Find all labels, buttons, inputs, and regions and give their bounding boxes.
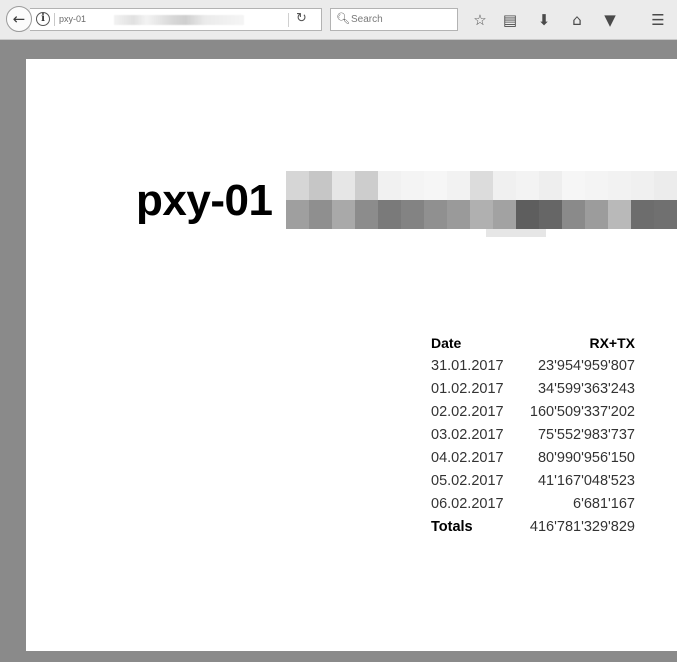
bookmark-star-icon[interactable]: ☆ — [470, 10, 490, 30]
table-row: 06.02.2017 6'681'167 — [431, 493, 635, 516]
row-date: 03.02.2017 — [431, 427, 504, 443]
hamburger-menu-icon[interactable]: ☰ — [648, 10, 668, 30]
row-value: 160'509'337'202 — [529, 404, 635, 420]
info-icon[interactable]: i — [36, 12, 50, 26]
url-bar[interactable]: i pxy-01 ↻ — [30, 8, 322, 31]
reading-list-icon[interactable]: ▤ — [500, 10, 520, 30]
table-row: 01.02.2017 34'599'363'243 — [431, 378, 635, 401]
row-date: 04.02.2017 — [431, 450, 504, 466]
row-date: 02.02.2017 — [431, 404, 504, 420]
url-separator — [54, 13, 55, 26]
browser-toolbar: i pxy-01 ↻ ← 🔍︎ Search ☆ ▤ ⬇ ⌂ ▼ ☰ — [0, 0, 677, 40]
url-redaction — [114, 15, 244, 25]
traffic-table: Date RX+TX 31.01.2017 23'954'959'807 01.… — [431, 332, 635, 539]
title-redaction-fragment — [486, 229, 546, 237]
search-bar[interactable]: 🔍︎ Search — [330, 8, 458, 31]
search-icon: 🔍︎ — [336, 12, 350, 25]
header-date: Date — [431, 335, 462, 351]
totals-label: Totals — [431, 519, 473, 535]
downloads-icon[interactable]: ⬇ — [534, 10, 554, 30]
table-row: 05.02.2017 41'167'048'523 — [431, 470, 635, 493]
search-placeholder: Search — [351, 14, 383, 25]
page-title: pxy-01 — [136, 176, 273, 225]
url-text[interactable]: pxy-01 — [59, 13, 86, 26]
table-row: 04.02.2017 80'990'956'150 — [431, 447, 635, 470]
row-value: 34'599'363'243 — [537, 381, 635, 397]
row-date: 31.01.2017 — [431, 358, 504, 374]
row-date: 06.02.2017 — [431, 496, 504, 512]
table-header-row: Date RX+TX — [431, 332, 635, 355]
url-separator — [288, 13, 289, 27]
row-value: 41'167'048'523 — [537, 473, 635, 489]
totals-row: Totals 416'781'329'829 — [431, 516, 635, 539]
row-value: 6'681'167 — [573, 496, 635, 512]
back-arrow-icon: ← — [12, 10, 26, 28]
back-button[interactable]: ← — [6, 6, 32, 32]
row-date: 01.02.2017 — [431, 381, 504, 397]
reload-icon[interactable]: ↻ — [296, 11, 307, 26]
home-icon[interactable]: ⌂ — [567, 10, 587, 30]
pocket-icon[interactable]: ▼ — [600, 10, 620, 30]
title-redaction — [286, 171, 677, 229]
row-value: 75'552'983'737 — [537, 427, 635, 443]
row-date: 05.02.2017 — [431, 473, 504, 489]
header-rx-tx: RX+TX — [589, 335, 635, 351]
row-value: 80'990'956'150 — [537, 450, 635, 466]
table-row: 03.02.2017 75'552'983'737 — [431, 424, 635, 447]
page-content: pxy-01 Date RX+TX 31.01.2017 23'954'959'… — [26, 59, 677, 651]
totals-value: 416'781'329'829 — [529, 519, 635, 535]
row-value: 23'954'959'807 — [537, 358, 635, 374]
table-row: 31.01.2017 23'954'959'807 — [431, 355, 635, 378]
table-row: 02.02.2017 160'509'337'202 — [431, 401, 635, 424]
